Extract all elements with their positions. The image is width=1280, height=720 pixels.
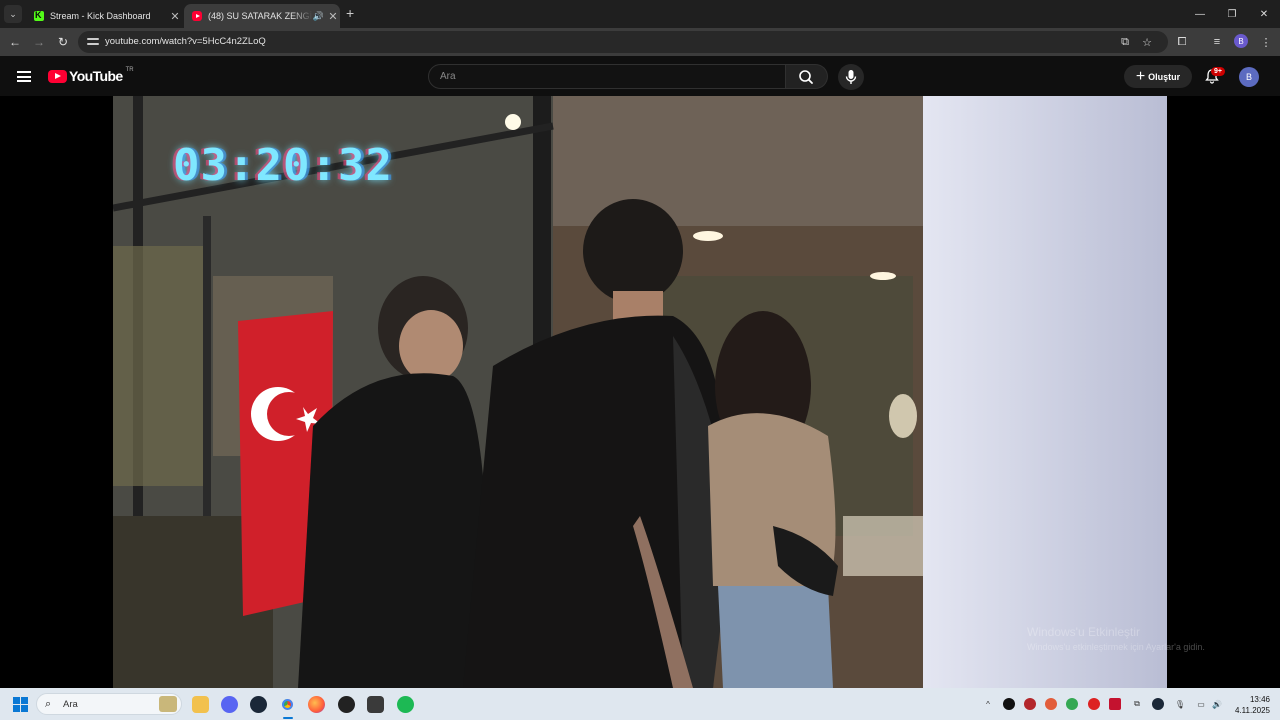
search-placeholder: Ara <box>440 71 456 82</box>
country-code: TR <box>125 67 134 73</box>
windows-activation-watermark: Windows'u Etkinleştir Windows'u etkinleş… <box>1027 625 1205 652</box>
notification-count-badge: 9+ <box>1211 67 1225 76</box>
taskbar-search-input[interactable]: ⌕ Ara <box>36 693 182 715</box>
browser-profile-avatar[interactable]: B <box>1234 34 1248 48</box>
youtube-play-icon <box>48 69 67 83</box>
forward-icon[interactable]: → <box>30 33 48 51</box>
tray-app-icon[interactable] <box>1088 698 1100 710</box>
create-button[interactable]: + Oluştur <box>1124 65 1192 88</box>
tray-app-icon[interactable] <box>1003 698 1015 710</box>
voice-search-button[interactable] <box>838 64 864 90</box>
url-text[interactable]: youtube.com/watch?v=5HcC4n2ZLoQ <box>105 36 266 47</box>
search-icon: ⌕ <box>45 698 52 710</box>
close-icon[interactable]: ✕ <box>168 10 182 23</box>
microphone-icon <box>845 70 857 84</box>
youtube-avatar[interactable]: B <box>1239 67 1259 87</box>
search-button[interactable] <box>786 64 828 89</box>
video-player[interactable]: 03:20:32 Windows'u Etkinleştir Windows'u… <box>0 96 1280 688</box>
browser-tab-strip: ⌄ Stream - Kick Dashboard ✕ (48) SU SATA… <box>0 0 1280 28</box>
extensions-icon[interactable]: ⧠ <box>1174 34 1190 50</box>
tab-search-button[interactable]: ⌄ <box>4 5 22 23</box>
hamburger-menu-icon[interactable] <box>17 71 31 82</box>
back-icon[interactable]: ← <box>6 33 24 51</box>
search-icon <box>799 70 813 84</box>
file-explorer-icon[interactable] <box>192 696 209 713</box>
bookmark-star-icon[interactable]: ☆ <box>1140 35 1154 49</box>
tray-app-icon[interactable] <box>1045 698 1057 710</box>
show-hidden-icons-chevron-icon[interactable]: ^ <box>982 698 994 710</box>
install-app-icon[interactable]: ⧉ <box>1118 35 1132 49</box>
tab-kick-dashboard[interactable]: Stream - Kick Dashboard ✕ <box>26 4 182 28</box>
tab-title: Stream - Kick Dashboard <box>50 11 151 21</box>
plus-icon: + <box>1135 67 1146 85</box>
clock-time: 13:46 <box>1249 695 1270 704</box>
close-icon[interactable]: ✕ <box>326 10 340 23</box>
active-app-indicator <box>283 717 293 719</box>
firefox-icon[interactable] <box>308 696 325 713</box>
youtube-masthead: YouTube TR Ara + Oluştur 9+ <box>0 56 1280 96</box>
steam-tray-icon[interactable] <box>1152 698 1164 710</box>
youtube-logo[interactable]: YouTube TR <box>48 67 134 84</box>
reload-icon[interactable]: ↻ <box>54 33 72 51</box>
window-controls: — ❐ ✕ <box>1184 0 1280 28</box>
youtube-icon <box>192 11 202 21</box>
address-bar[interactable]: youtube.com/watch?v=5HcC4n2ZLoQ ⧉ ☆ <box>78 31 1168 53</box>
youtube-wordmark: YouTube <box>69 68 123 84</box>
watermark-title: Windows'u Etkinleştir <box>1027 625 1140 639</box>
chrome-icon[interactable] <box>279 696 296 713</box>
system-clock[interactable]: 13:46 4.11.2025 <box>1235 694 1270 716</box>
video-frame[interactable]: 03:20:32 <box>113 96 1167 688</box>
browser-toolbar: ← → ↻ youtube.com/watch?v=5HcC4n2ZLoQ ⧉ … <box>0 28 1280 56</box>
tray-app-icon[interactable] <box>1024 698 1036 710</box>
volume-icon[interactable]: 🔊 <box>1211 698 1223 710</box>
kebab-menu-icon[interactable]: ⋮ <box>1258 34 1274 50</box>
speaker-icon[interactable]: 🔊 <box>313 11 324 22</box>
tab-youtube-video[interactable]: (48) SU SATARAK ZENGİN O 🔊 ✕ <box>184 4 340 28</box>
minimize-icon[interactable]: — <box>1184 0 1216 28</box>
obs-icon[interactable] <box>338 696 355 713</box>
tray-app-icon[interactable]: ⧉ <box>1131 698 1143 710</box>
restore-icon[interactable]: ❐ <box>1216 0 1248 28</box>
windows-start-icon[interactable] <box>13 697 29 713</box>
clock-date: 4.11.2025 <box>1235 706 1270 715</box>
search-highlight-image <box>159 696 177 712</box>
site-info-icon[interactable] <box>87 36 99 48</box>
new-tab-button[interactable]: + <box>346 5 354 21</box>
tab-title: (48) SU SATARAK ZENGİN O <box>208 11 313 21</box>
steam-icon[interactable] <box>250 696 267 713</box>
create-label: Oluştur <box>1148 71 1181 82</box>
windows-taskbar: ⌕ Ara ^ ⧉ 🎙 ▭ 🔊 13:46 4.11.2025 <box>0 688 1280 720</box>
spotify-icon[interactable] <box>397 696 414 713</box>
tray-app-icon[interactable] <box>1109 698 1121 710</box>
game-launcher-icon[interactable] <box>367 696 384 713</box>
reading-list-icon[interactable]: ≡ <box>1209 34 1225 50</box>
tray-app-icon[interactable] <box>1066 698 1078 710</box>
close-window-icon[interactable]: ✕ <box>1248 0 1280 28</box>
network-icon[interactable]: ▭ <box>1195 698 1207 710</box>
overlay-timer: 03:20:32 <box>173 140 393 191</box>
kick-icon <box>34 10 44 21</box>
discord-icon[interactable] <box>221 696 238 713</box>
taskbar-search-placeholder: Ara <box>63 699 78 710</box>
search-input[interactable]: Ara <box>428 64 786 89</box>
microphone-tray-icon[interactable]: 🎙 <box>1174 698 1186 710</box>
watermark-subtitle: Windows'u etkinleştirmek için Ayarlar'a … <box>1027 642 1205 652</box>
